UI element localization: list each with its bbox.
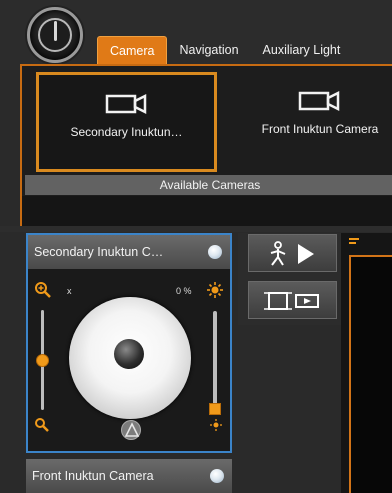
camera-panel-header[interactable]: Secondary Inuktun C… <box>28 235 230 269</box>
home-icon <box>124 422 140 437</box>
walk-play-button[interactable] <box>248 234 337 272</box>
power-button[interactable] <box>27 7 83 63</box>
available-cameras-title: Available Cameras <box>25 175 392 195</box>
light-readout: 0 % <box>176 286 192 296</box>
light-slider-handle[interactable] <box>209 403 221 415</box>
tab-auxiliary-light[interactable]: Auxiliary Light <box>251 36 353 64</box>
tool-column <box>238 233 341 325</box>
video-camera-icon <box>298 90 340 112</box>
film-strip-icon <box>263 292 319 310</box>
brightness-high-icon <box>207 282 223 298</box>
status-led-icon <box>208 245 222 259</box>
film-strip-button[interactable] <box>248 281 337 319</box>
camera-card-front[interactable]: Front Inuktun Camera <box>225 72 392 172</box>
tab-bar: Camera Navigation Auxiliary Light <box>97 36 352 64</box>
brightness-low-icon <box>210 419 222 431</box>
available-cameras-panel: Secondary Inuktun… Front Inuktun Camera … <box>20 64 392 196</box>
camera-card-label: Secondary Inuktun… <box>70 125 183 139</box>
home-button[interactable] <box>121 420 141 440</box>
pan-tilt-joystick[interactable] <box>69 297 191 419</box>
zoom-in-icon[interactable] <box>34 281 52 299</box>
camera-control-panel: Secondary Inuktun C… x 0 % <box>26 233 232 453</box>
camera-panel-title: Secondary Inuktun C… <box>34 245 164 259</box>
video-camera-icon <box>105 93 146 115</box>
tab-camera[interactable]: Camera <box>97 36 168 64</box>
zoom-out-icon[interactable] <box>34 417 50 433</box>
empty-strip <box>20 196 392 226</box>
status-led-icon <box>210 469 224 483</box>
camera-card-label: Front Inuktun Camera <box>261 122 379 136</box>
light-slider-track[interactable] <box>213 311 217 409</box>
camera-panel-header-front[interactable]: Front Inuktun Camera <box>26 459 232 493</box>
video-viewport <box>341 233 392 493</box>
video-feed[interactable] <box>349 255 392 493</box>
viewport-menu-icon[interactable] <box>349 238 359 246</box>
camera-card-secondary[interactable]: Secondary Inuktun… <box>36 72 217 172</box>
tab-navigation[interactable]: Navigation <box>167 36 250 64</box>
top-bar: Camera Navigation Auxiliary Light <box>0 0 392 70</box>
joystick-knob[interactable] <box>114 339 144 369</box>
zoom-readout: x <box>67 286 72 296</box>
camera-panel-title: Front Inuktun Camera <box>32 469 154 483</box>
zoom-slider-handle[interactable] <box>36 354 49 367</box>
walk-play-icon <box>270 241 314 266</box>
